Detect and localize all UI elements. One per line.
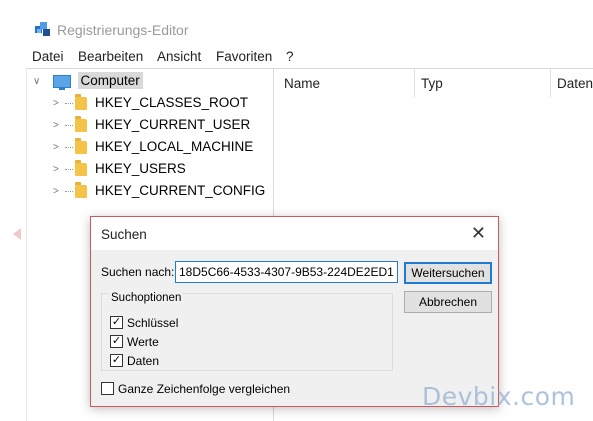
checkbox-whole-string[interactable]: Ganze Zeichenfolge vergleichen	[101, 381, 290, 397]
tree-connector	[65, 124, 73, 126]
group-legend: Suchoptionen	[109, 292, 184, 304]
chevron-down-icon[interactable]: ∨	[33, 76, 45, 87]
folder-icon	[75, 181, 87, 198]
window-title: Registrierungs-Editor	[57, 22, 189, 38]
tree-item-hku[interactable]: > HKEY_USERS	[53, 159, 186, 181]
tree-connector	[65, 190, 73, 192]
cancel-button[interactable]: Abbrechen	[404, 291, 492, 313]
computer-icon	[52, 74, 71, 90]
column-divider[interactable]	[414, 69, 415, 97]
tree-item-hkcc[interactable]: > HKEY_CURRENT_CONFIG	[53, 181, 266, 203]
chevron-right-icon[interactable]: >	[53, 120, 65, 131]
tree-item-label: HKEY_CLASSES_ROOT	[95, 95, 249, 110]
checkbox-checked-icon[interactable]: ✓	[110, 316, 123, 330]
tree-item-label: HKEY_USERS	[95, 161, 186, 176]
checkbox-label: Werte	[127, 334, 159, 349]
tree-connector	[65, 102, 73, 104]
dialog-title-bar: Suchen ✕	[91, 217, 498, 250]
checkbox-unchecked-icon[interactable]	[101, 382, 114, 396]
tree-item-hkcu[interactable]: > HKEY_CURRENT_USER	[53, 115, 251, 137]
tree-connector	[65, 168, 73, 170]
checkbox-data[interactable]: ✓ Daten	[110, 353, 159, 369]
title-bar: Registrierungs-Editor	[0, 0, 593, 42]
close-icon[interactable]: ✕	[471, 223, 486, 244]
checkbox-values[interactable]: ✓ Werte	[110, 334, 159, 350]
folder-icon	[75, 115, 87, 132]
chevron-right-icon[interactable]: >	[53, 164, 65, 175]
tree-item-label: HKEY_CURRENT_USER	[95, 117, 251, 132]
checkbox-label: Ganze Zeichenfolge vergleichen	[118, 381, 291, 396]
checkbox-label: Daten	[127, 353, 160, 368]
tree-item-hkcr[interactable]: > HKEY_CLASSES_ROOT	[53, 93, 249, 115]
checkbox-checked-icon[interactable]: ✓	[110, 335, 123, 349]
tree-item-hklm[interactable]: > HKEY_LOCAL_MACHINE	[53, 137, 254, 159]
tree-item-label: HKEY_LOCAL_MACHINE	[95, 139, 254, 154]
column-divider[interactable]	[550, 69, 551, 97]
menu-bearbeiten[interactable]: Bearbeiten	[78, 49, 143, 64]
column-header-daten[interactable]: Daten	[557, 76, 593, 91]
checkbox-checked-icon[interactable]: ✓	[110, 354, 123, 368]
tree-item-computer[interactable]: ∨ Computer	[33, 72, 143, 93]
menu-bar: Datei Bearbeiten Ansicht Favoriten ?	[0, 46, 593, 68]
folder-icon	[75, 93, 87, 110]
chevron-right-icon[interactable]: >	[53, 186, 65, 197]
folder-icon	[75, 159, 87, 176]
watermark-logo: Devbix.com	[422, 382, 576, 411]
column-header-name[interactable]: Name	[284, 76, 320, 91]
checkbox-keys[interactable]: ✓ Schlüssel	[110, 315, 178, 331]
tree-connector	[65, 146, 73, 148]
chevron-right-icon[interactable]: >	[53, 142, 65, 153]
find-dialog: Suchen ✕ Suchen nach: Weitersuchen Abbre…	[90, 216, 499, 407]
regedit-icon	[35, 22, 50, 36]
folder-icon	[75, 137, 87, 154]
dialog-title: Suchen	[101, 227, 147, 242]
tree-item-label: HKEY_CURRENT_CONFIG	[95, 183, 266, 198]
search-input[interactable]	[175, 261, 398, 283]
menu-favoriten[interactable]: Favoriten	[216, 49, 272, 64]
search-label: Suchen nach:	[101, 265, 175, 279]
menu-ansicht[interactable]: Ansicht	[157, 49, 201, 64]
tree-item-label: Computer	[77, 72, 143, 89]
menu-help[interactable]: ?	[286, 49, 294, 64]
column-header-typ[interactable]: Typ	[421, 76, 443, 91]
scroll-left-icon	[13, 228, 21, 240]
find-next-button[interactable]: Weitersuchen	[404, 262, 492, 284]
search-options-group: Suchoptionen ✓ Schlüssel ✓ Werte ✓ Daten	[101, 292, 393, 371]
chevron-right-icon[interactable]: >	[53, 98, 65, 109]
checkbox-label: Schlüssel	[127, 315, 179, 330]
menu-datei[interactable]: Datei	[32, 49, 64, 64]
